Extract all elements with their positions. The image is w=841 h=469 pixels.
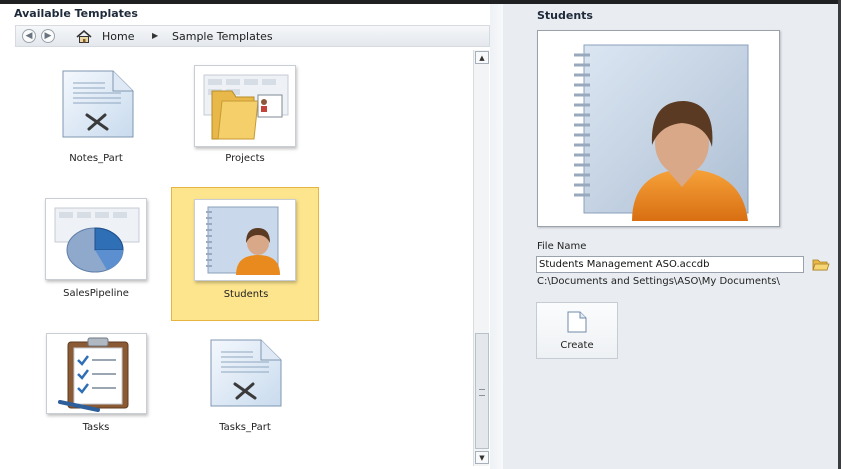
template-projects[interactable]: Projects	[171, 56, 319, 190]
template-thumbnail	[45, 198, 147, 280]
back-arrow-icon[interactable]: ◀	[22, 29, 36, 43]
template-name-heading: Students	[537, 9, 593, 22]
breadcrumb-current[interactable]: Sample Templates	[172, 30, 273, 43]
template-label: Tasks	[82, 422, 110, 433]
document-icon	[210, 339, 282, 407]
templates-scrollbar[interactable]: ▲ ▼	[473, 50, 489, 466]
template-preview	[537, 30, 780, 227]
template-thumbnail	[194, 65, 296, 147]
breadcrumb-home[interactable]: Home	[102, 30, 134, 43]
template-tasks-part[interactable]: Tasks_Part	[171, 323, 319, 457]
create-button[interactable]: Create	[536, 302, 618, 359]
file-name-input[interactable]	[536, 256, 804, 273]
forward-arrow-icon[interactable]: ▶	[41, 29, 55, 43]
template-thumbnail	[194, 199, 296, 281]
breadcrumb-bar: ◀ ▶ Home ▶ Sample Templates	[15, 25, 490, 47]
projects-folder-icon	[203, 74, 289, 140]
file-name-label: File Name	[537, 241, 587, 252]
scroll-up-icon[interactable]: ▲	[475, 51, 489, 64]
scroll-down-icon[interactable]: ▼	[475, 451, 489, 464]
clipboard-checklist-icon	[58, 337, 129, 412]
template-label: Notes_Part	[69, 153, 123, 164]
save-location-path: C:\Documents and Settings\ASO\My Documen…	[537, 276, 780, 287]
pie-chart-icon	[54, 207, 140, 273]
folder-open-icon[interactable]	[812, 257, 830, 272]
template-label: Tasks_Part	[219, 422, 271, 433]
student-notebook-icon	[206, 206, 280, 275]
template-thumbnail	[46, 333, 147, 414]
template-label: SalesPipeline	[63, 288, 129, 299]
grip-icon	[479, 389, 485, 396]
template-students[interactable]: Students	[171, 187, 319, 321]
notes-document-icon	[62, 70, 134, 138]
template-salespipeline[interactable]: SalesPipeline	[22, 187, 170, 321]
template-label: Students	[223, 289, 269, 300]
panel-splitter	[490, 4, 503, 469]
scrollbar-thumb[interactable]	[475, 333, 489, 449]
create-button-label: Create	[560, 340, 594, 351]
panel-title: Available Templates	[14, 7, 138, 20]
template-label: Projects	[225, 153, 265, 164]
template-notes-part[interactable]: Notes_Part	[22, 56, 170, 190]
blank-page-icon	[567, 311, 587, 333]
template-tasks[interactable]: Tasks	[22, 323, 170, 457]
student-notebook-icon	[574, 44, 749, 221]
home-icon[interactable]	[76, 29, 92, 44]
breadcrumb-arrow-icon[interactable]: ▶	[152, 31, 158, 40]
